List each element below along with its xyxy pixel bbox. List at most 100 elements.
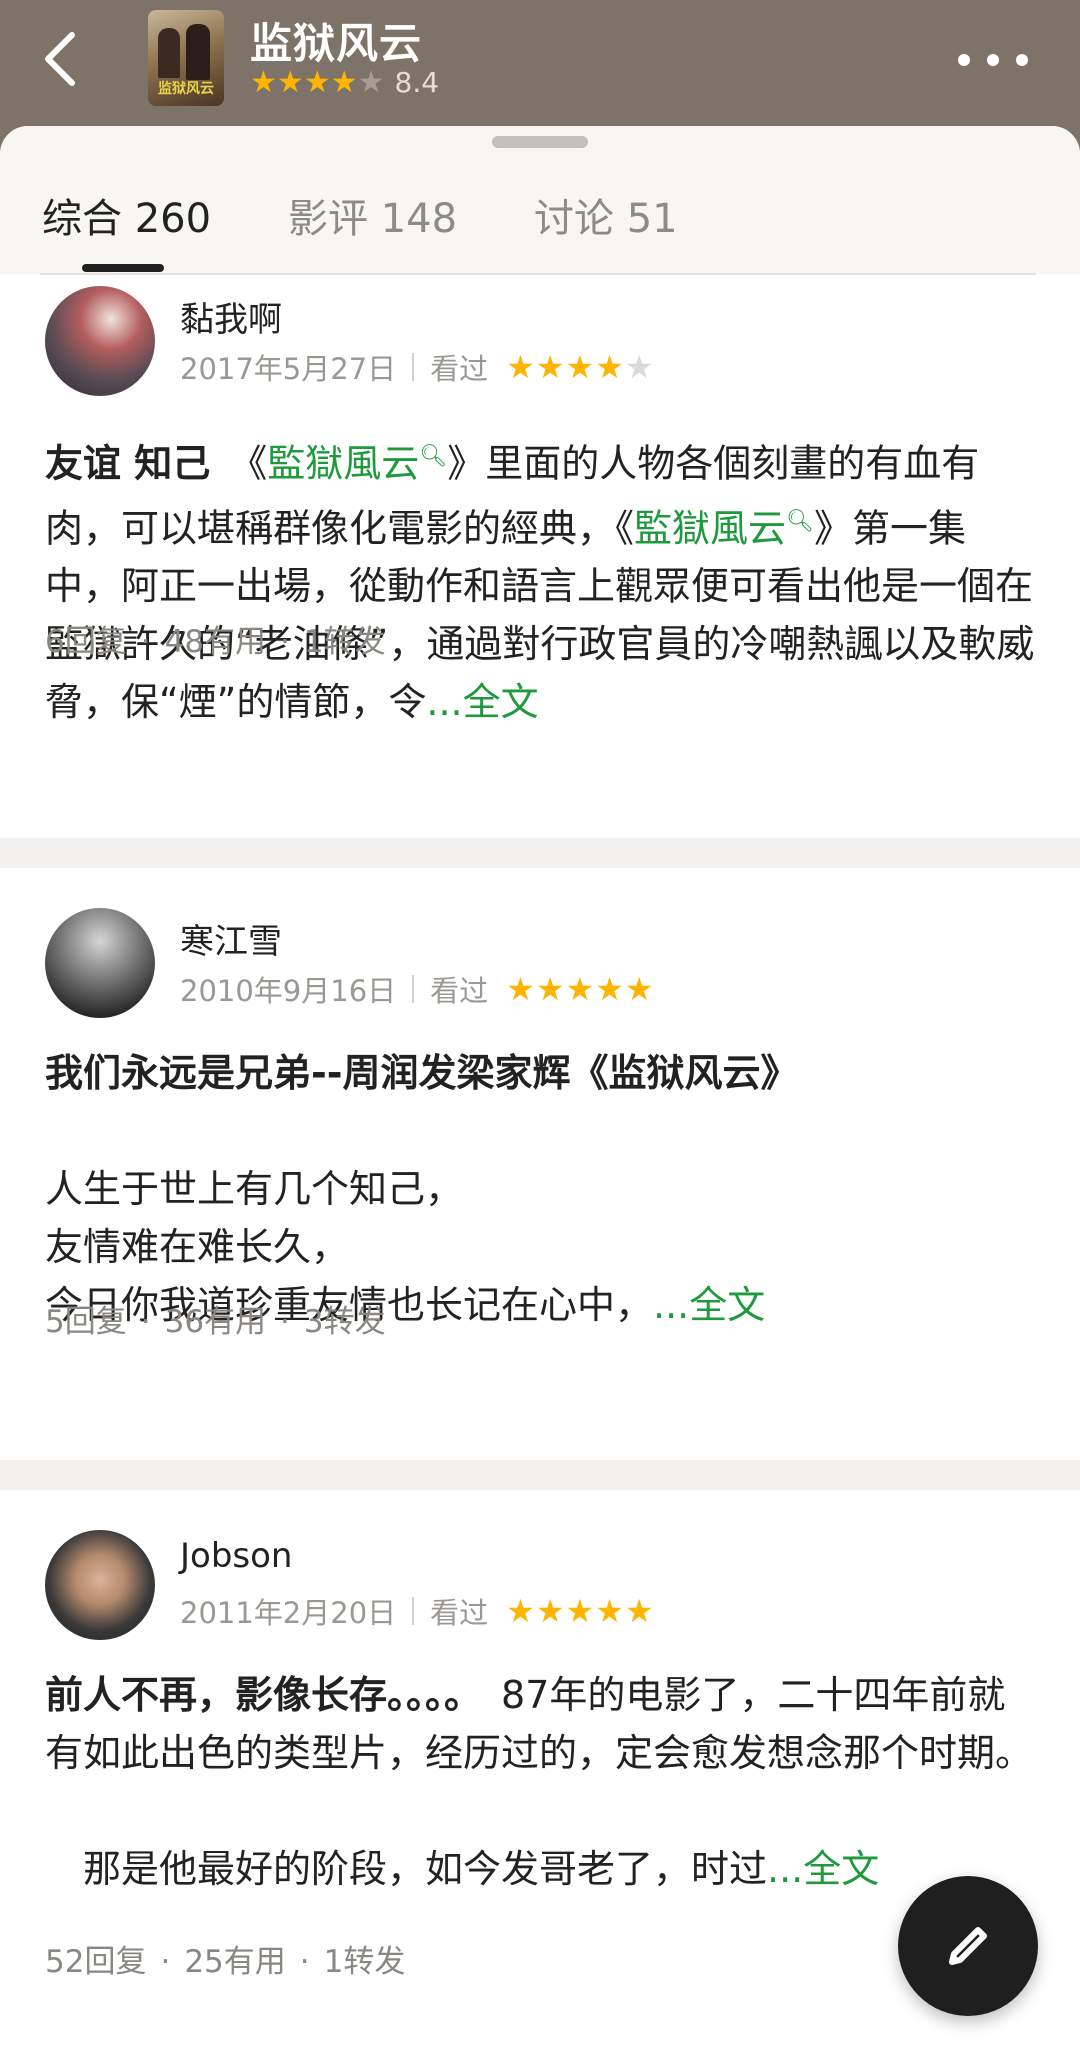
review-text[interactable]: 友谊 知己 《監獄風云🔍︎》里面的人物各個刻畫的有血有肉，可以堪稱群像化電影的經… — [45, 428, 1035, 731]
star-icon: ★ — [506, 1592, 535, 1630]
avatar[interactable] — [45, 1530, 155, 1640]
read-more-link[interactable]: ...全文 — [426, 680, 538, 724]
star-icon: ★ — [595, 1592, 624, 1630]
read-more-link[interactable]: ...全文 — [653, 1283, 765, 1327]
review-stats: 5回复 · 36有用 · 3转发 — [45, 1296, 386, 1341]
review-title: 我们永远是兄弟--周润发梁家辉《监狱风云》 — [45, 1051, 799, 1095]
sheet-grabber[interactable] — [492, 136, 588, 148]
tab-reviews[interactable]: 影评 148 — [288, 186, 457, 244]
separator-dot: · — [280, 1304, 290, 1340]
review-date: 2017年5月27日 — [180, 352, 397, 386]
review-line: 友情难在难长久， — [45, 1225, 350, 1269]
more-options-button[interactable] — [958, 40, 1028, 80]
username[interactable]: Jobson — [180, 1536, 292, 1576]
divider — [412, 975, 415, 1003]
review-meta: 2017年5月27日 看过 ★ ★ ★ ★ ★ — [180, 346, 655, 388]
movie-title: 监狱风云 — [250, 19, 423, 68]
more-dots-icon — [958, 54, 970, 66]
separator-dot: · — [140, 1304, 151, 1340]
rating-score: 8.4 — [394, 66, 440, 99]
movie-link[interactable]: 監獄風云 — [267, 442, 419, 486]
repost-count[interactable]: 3转发 — [304, 1304, 386, 1340]
review-text-part: 《 — [248, 441, 268, 486]
review-text[interactable]: 前人不再，影像长存。。。。 87年的电影了，二十四年前就有如此出色的类型片，经历… — [45, 1666, 1035, 1898]
search-icon: 🔍︎ — [786, 508, 814, 534]
review-title: 前人不再，影像长存。。。。 — [45, 1673, 464, 1717]
star-icon: ★ — [565, 970, 595, 1008]
star-empty-icon: ★ — [624, 348, 654, 386]
star-icon: ★ — [303, 64, 331, 100]
review-date: 2011年2月20日 — [180, 1596, 397, 1630]
review-date: 2010年9月16日 — [180, 974, 397, 1008]
reply-count[interactable]: 6回复 — [45, 624, 127, 660]
star-icon: ★ — [276, 64, 304, 100]
star-icon: ★ — [250, 64, 277, 100]
star-icon: ★ — [535, 970, 565, 1008]
useful-count[interactable]: 36有用 — [165, 1304, 266, 1340]
star-icon: ★ — [535, 1592, 565, 1630]
more-dots-icon — [1016, 54, 1028, 66]
review-meta: 2010年9月16日 看过 ★ ★ ★ ★ ★ — [180, 968, 655, 1010]
separator-dot: · — [299, 1944, 310, 1980]
reply-count[interactable]: 5回复 — [45, 1304, 127, 1340]
header-rating: ★ ★ ★ ★ ★ 8.4 — [250, 66, 439, 99]
top-bar: 监狱风云 监狱风云 ★ ★ ★ ★ ★ 8.4 — [0, 0, 1080, 130]
avatar[interactable] — [45, 286, 155, 396]
section-gap — [0, 838, 1080, 868]
review-stats: 52回复 · 25有用 · 1转发 — [45, 1936, 405, 1981]
watch-status: 看过 — [430, 974, 489, 1008]
star-icon: ★ — [535, 348, 565, 386]
repost-count[interactable]: 1转发 — [324, 1944, 406, 1980]
username[interactable]: 黏我啊 — [180, 292, 282, 341]
write-review-button[interactable] — [898, 1876, 1038, 2016]
poster-title: 监狱风云 — [158, 81, 214, 97]
poster-figure — [158, 28, 180, 78]
star-icon: ★ — [624, 970, 654, 1008]
movie-poster[interactable]: 监狱风云 — [148, 10, 224, 106]
star-icon: ★ — [595, 970, 624, 1008]
tab-active-indicator — [82, 264, 164, 272]
review-line: 人生于世上有几个知己， — [45, 1167, 464, 1211]
divider — [40, 273, 1036, 275]
tab-overall[interactable]: 综合 260 — [42, 186, 211, 244]
useful-count[interactable]: 48有用 — [165, 624, 266, 660]
read-more-link[interactable]: ...全文 — [767, 1847, 879, 1891]
more-dots-icon — [987, 54, 999, 66]
separator-dot: · — [280, 624, 290, 660]
username[interactable]: 寒江雪 — [180, 914, 282, 963]
review-paragraph: 前人不再，影像长存。。。。 87年的电影了，二十四年前就有如此出色的类型片，经历… — [45, 1666, 1035, 1782]
star-icon: ★ — [506, 970, 535, 1008]
review-card[interactable]: 寒江雪 2010年9月16日 看过 ★ ★ ★ ★ ★ 我们永远是兄弟--周润发… — [0, 908, 1080, 1488]
review-title: 友谊 知己 — [45, 441, 211, 486]
search-icon: 🔍︎ — [419, 444, 448, 469]
review-stats: 6回复 · 48有用 · 1转发 — [45, 616, 386, 661]
star-icon: ★ — [624, 1592, 654, 1630]
poster-figure — [186, 24, 210, 80]
section-gap — [0, 1460, 1080, 1490]
avatar[interactable] — [45, 908, 155, 1018]
divider — [412, 353, 415, 381]
divider — [412, 1597, 415, 1625]
star-icon: ★ — [330, 64, 358, 100]
tab-discussion[interactable]: 讨论 51 — [534, 186, 678, 244]
separator-dot: · — [160, 1944, 171, 1980]
chevron-left-icon — [45, 32, 75, 86]
tab-bar: 综合 260 影评 148 讨论 51 — [0, 126, 1080, 275]
review-text[interactable]: 我们永远是兄弟--周润发梁家辉《监狱风云》 人生于世上有几个知己， 友情难在难长… — [45, 1044, 1035, 1334]
back-button[interactable] — [30, 24, 90, 94]
reviews-sheet: 综合 260 影评 148 讨论 51 黏我啊 2017年5月27日 看过 ★ … — [0, 126, 1080, 2067]
review-paragraph: 那是他最好的阶段，如今发哥老了，时过...全文 — [45, 1847, 880, 1891]
star-icon: ★ — [565, 1592, 595, 1630]
reply-count[interactable]: 52回复 — [45, 1944, 146, 1980]
star-icon: ★ — [506, 348, 535, 386]
separator-dot: · — [140, 624, 151, 660]
useful-count[interactable]: 25有用 — [184, 1944, 285, 1980]
repost-count[interactable]: 1转发 — [304, 624, 386, 660]
review-meta: 2011年2月20日 看过 ★ ★ ★ ★ ★ — [180, 1590, 655, 1632]
watch-status: 看过 — [430, 352, 489, 386]
star-empty-icon: ★ — [357, 64, 385, 100]
movie-link[interactable]: 監獄風云 — [634, 506, 786, 550]
pencil-icon — [949, 1927, 987, 1965]
